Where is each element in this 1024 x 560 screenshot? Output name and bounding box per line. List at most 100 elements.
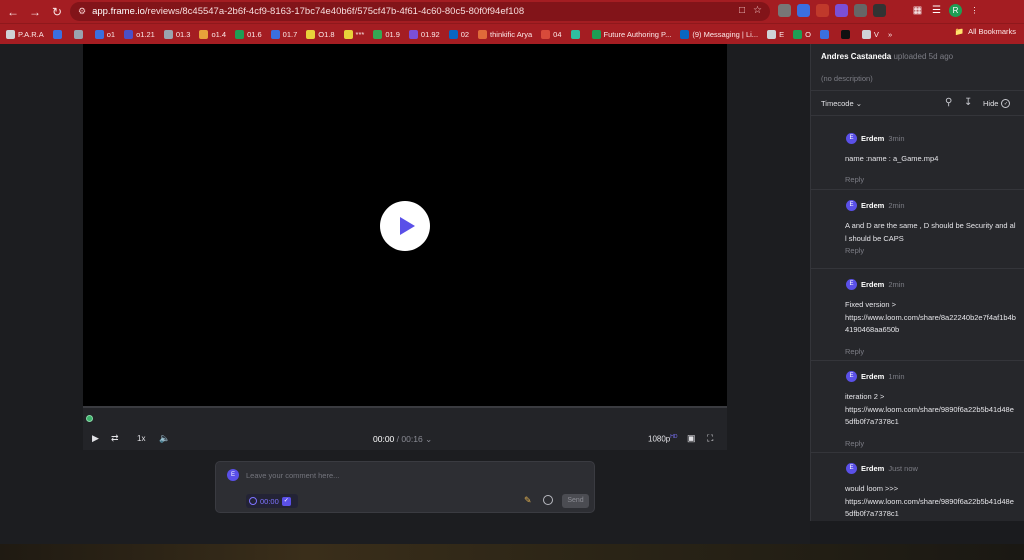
extension-icon[interactable] — [797, 4, 810, 17]
extension-icon[interactable] — [873, 4, 886, 17]
volume-icon[interactable]: 🔈 — [159, 433, 170, 444]
clock-icon — [249, 497, 257, 505]
favicon-icon — [861, 29, 871, 39]
bookmark-item[interactable]: thinkific Arya — [478, 29, 532, 39]
bookmark-item[interactable]: 04 — [541, 29, 562, 39]
play-overlay-button[interactable] — [380, 201, 430, 251]
comment-card[interactable]: E Erdem 1min iteration 2 > https://www.loom… — [811, 362, 1024, 453]
install-app-icon[interactable]: □ — [739, 5, 745, 16]
bookmark-star-icon[interactable]: ☆ — [753, 5, 762, 16]
bookmark-item[interactable]: P.A.R.A — [6, 29, 44, 39]
bookmark-label: O1.8 — [318, 29, 335, 39]
forward-icon[interactable]: → — [26, 3, 44, 21]
bookmark-item[interactable]: 01.3 — [163, 29, 190, 39]
bookmark-label: (9) Messaging | Li... — [692, 29, 759, 39]
player-controls: ▶ ⇄ 1x 🔈 00:00 / 00:16 ⌄ 1080pHD ▣ ⛶ — [83, 428, 727, 450]
emoji-icon[interactable] — [543, 495, 553, 505]
bookmark-item[interactable]: 01.92 — [408, 29, 440, 39]
fullscreen-icon[interactable]: ⛶ — [707, 433, 713, 444]
bookmark-item[interactable]: O1.8 — [306, 29, 335, 39]
bookmark-item[interactable] — [819, 29, 832, 39]
address-bar[interactable]: ⚙ app.frame.io/reviews/8c45547a-2b6f-4cf… — [70, 2, 770, 21]
comment-input[interactable]: Leave your comment here... — [246, 471, 339, 480]
scrub-bar[interactable] — [83, 406, 727, 428]
video-viewport[interactable] — [83, 44, 727, 406]
bookmark-item[interactable]: (9) Messaging | Li... — [680, 29, 759, 39]
reply-button[interactable]: Reply — [845, 347, 864, 356]
favicon-icon — [73, 29, 83, 39]
back-icon[interactable]: ← — [4, 3, 22, 21]
timecode-chip[interactable]: 00:00 ✓ — [246, 494, 298, 508]
asset-description[interactable]: (no description) — [821, 74, 873, 83]
reload-icon[interactable]: ↻ — [48, 3, 66, 21]
bookmark-item[interactable]: 01.7 — [270, 29, 297, 39]
comment-body: A and D are the same , D should be Secur… — [845, 221, 1016, 243]
extension-icon[interactable] — [892, 4, 905, 17]
profile-avatar[interactable]: R — [949, 4, 962, 17]
timecode-sort-dropdown[interactable]: Timecode ⌄ — [821, 99, 862, 108]
search-icon[interactable]: ⚲ — [945, 97, 952, 108]
extension-icon[interactable] — [778, 4, 791, 17]
favicon-icon — [840, 29, 850, 39]
extensions-puzzle-icon[interactable]: ▦ — [911, 4, 924, 17]
picture-in-picture-icon[interactable]: ▣ — [687, 433, 696, 444]
extension-icon[interactable] — [854, 4, 867, 17]
favicon-icon — [199, 29, 209, 39]
favicon-icon — [306, 29, 316, 39]
playhead-marker[interactable] — [86, 415, 93, 422]
site-info-icon[interactable]: ⚙ — [78, 6, 86, 17]
reply-button[interactable]: Reply — [845, 246, 864, 255]
favicon-icon — [570, 29, 580, 39]
favicon-icon — [408, 29, 418, 39]
reply-button[interactable]: Reply — [845, 175, 864, 184]
bookmark-item[interactable]: o1.4 — [199, 29, 226, 39]
reading-list-icon[interactable]: ☰ — [930, 4, 943, 17]
favicon-icon — [124, 29, 134, 39]
speed-button[interactable]: 1x — [137, 434, 145, 443]
download-icon[interactable]: ↧ — [964, 97, 972, 108]
comments-toolbar: Timecode ⌄ ⚲ ↧ Hide ✓ — [811, 90, 1024, 116]
hide-completed-button[interactable]: Hide ✓ — [983, 99, 1011, 108]
bookmarks-overflow-icon[interactable]: » — [888, 30, 892, 39]
comment-author: Erdem 2min — [861, 201, 905, 210]
bookmark-item[interactable]: 01.9 — [373, 29, 400, 39]
menu-icon[interactable]: ⋮ — [968, 4, 981, 17]
bookmark-item[interactable] — [570, 29, 583, 39]
bookmark-item[interactable]: 02 — [448, 29, 469, 39]
comment-card[interactable]: E Erdem 2min Fixed version > https://www.lo… — [811, 270, 1024, 361]
bookmark-item[interactable] — [52, 29, 65, 39]
bookmark-item[interactable]: Future Authoring P... — [591, 29, 671, 39]
comment-author: Erdem 2min — [861, 280, 905, 289]
bookmark-item[interactable] — [73, 29, 86, 39]
bookmark-item[interactable]: O — [793, 29, 811, 39]
bookmark-item[interactable]: 01.6 — [235, 29, 262, 39]
extension-icon[interactable] — [835, 4, 848, 17]
bookmark-label: 04 — [553, 29, 562, 39]
bookmark-item[interactable]: *** — [343, 29, 364, 39]
bookmark-item[interactable]: E — [767, 29, 784, 39]
bookmark-item[interactable]: V — [861, 29, 879, 39]
comment-card[interactable]: E Erdem Just now would loom >>> https://www… — [811, 454, 1024, 521]
reply-button[interactable]: Reply — [845, 439, 864, 448]
comment-card[interactable]: E Erdem 2min A and D are the same , D shoul… — [811, 191, 1024, 269]
comment-time: 1min — [888, 372, 905, 381]
bookmark-label: V — [873, 29, 879, 39]
url-text: app.frame.io/reviews/8c45547a-2b6f-4cf9-… — [92, 6, 525, 17]
bookmark-item[interactable]: o1 — [94, 29, 115, 39]
send-button[interactable]: Send — [562, 494, 589, 508]
timecode-display[interactable]: 00:00 / 00:16 ⌄ — [373, 434, 432, 445]
loop-icon[interactable]: ⇄ — [111, 433, 119, 444]
favicon-icon — [343, 29, 353, 39]
comment-author: Erdem 1min — [861, 372, 905, 381]
checkbox-icon[interactable]: ✓ — [281, 496, 291, 506]
bookmark-item[interactable]: o1.21 — [124, 29, 155, 39]
all-bookmarks[interactable]: 📁 All Bookmarks — [955, 27, 1016, 36]
bookmark-item[interactable] — [840, 29, 853, 39]
comment-card[interactable]: E Erdem 3min name :name : a_Game.mp4 Reply — [811, 124, 1024, 190]
annotation-brush-icon[interactable]: ✎ — [524, 495, 532, 506]
play-icon[interactable]: ▶ — [92, 433, 99, 444]
extension-icon[interactable] — [816, 4, 829, 17]
comment-author: Erdem 3min — [861, 134, 905, 143]
comment-body: iteration 2 > https://www.loom.com/share… — [845, 392, 1014, 426]
quality-button[interactable]: 1080pHD — [648, 434, 677, 444]
